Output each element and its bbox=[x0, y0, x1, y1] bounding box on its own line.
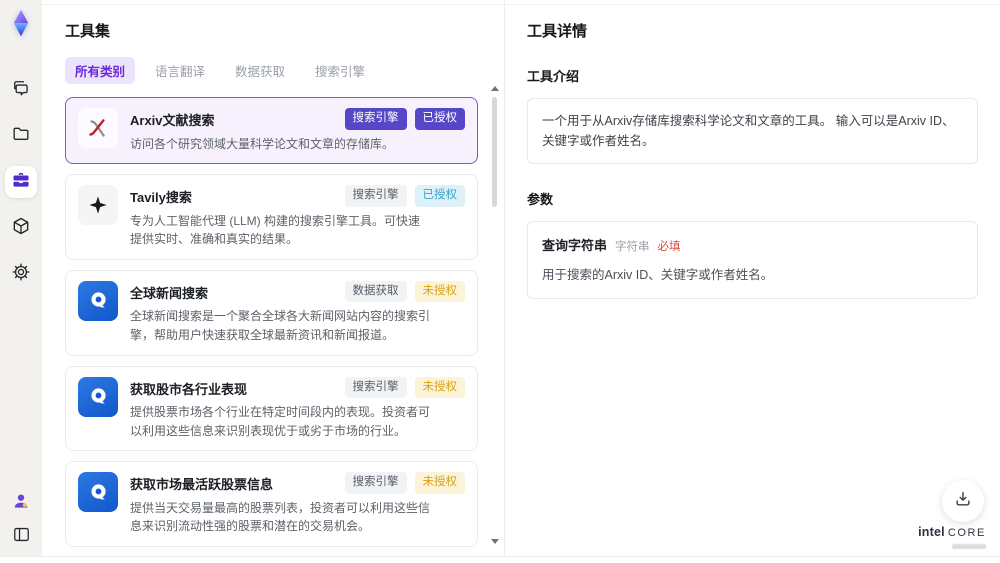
scroll-up-arrow-icon[interactable] bbox=[490, 86, 499, 91]
tab-data-fetching[interactable]: 数据获取 bbox=[225, 57, 295, 84]
intel-wordmark: intel bbox=[918, 525, 945, 540]
avatar-icon bbox=[11, 491, 31, 516]
auth-status-badge: 未授权 bbox=[414, 376, 465, 399]
app-logo-diamond-icon bbox=[6, 8, 36, 38]
param-card: 查询字符串 字符串 必填 用于搜索的Arxiv ID、关键字或作者姓名。 bbox=[527, 221, 978, 299]
param-required-badge: 必填 bbox=[657, 241, 681, 253]
app-window: 工具集 所有类别 语言翻译 数据获取 搜索引擎 Arxiv文献搜索 搜索引擎 已… bbox=[0, 0, 1000, 557]
tool-list-panel: 工具集 所有类别 语言翻译 数据获取 搜索引擎 Arxiv文献搜索 搜索引擎 已… bbox=[42, 0, 505, 556]
briefcase-icon bbox=[11, 170, 31, 195]
folder-icon bbox=[11, 124, 31, 149]
tab-all-categories[interactable]: 所有类别 bbox=[65, 57, 136, 84]
scrollbar-thumb[interactable] bbox=[492, 97, 497, 207]
tool-card-1[interactable]: Arxiv文献搜索 搜索引擎 已授权 访问各个研究领域大量科学论文和文章的存储库… bbox=[65, 97, 478, 165]
tool-intro-text: 一个用于从Arxiv存储库搜索科学论文和文章的工具。 输入可以是Arxiv ID… bbox=[527, 98, 978, 164]
category-badge: 搜索引擎 bbox=[344, 472, 407, 494]
sidebar-nav bbox=[5, 74, 37, 290]
tool-card-5[interactable]: 获取市场最活跃股票信息 搜索引擎 未授权 提供当天交易量最高的股票列表，投资者可… bbox=[65, 461, 478, 547]
sidebar-item-settings[interactable] bbox=[5, 258, 37, 290]
four-point-star-icon bbox=[78, 185, 118, 226]
category-tabs: 所有类别 语言翻译 数据获取 搜索引擎 bbox=[65, 57, 490, 84]
param-header: 查询字符串 字符串 必填 bbox=[542, 235, 963, 254]
tab-language-translation[interactable]: 语言翻译 bbox=[145, 57, 215, 84]
params-section-title: 参数 bbox=[527, 192, 554, 207]
tool-description: 专为人工智能代理 (LLM) 构建的搜索引擎工具。可快速提供实时、准确和真实的结… bbox=[130, 213, 421, 247]
sidebar-item-files[interactable] bbox=[5, 120, 37, 152]
param-type: 字符串 bbox=[615, 241, 650, 253]
tool-name: Arxiv文献搜索 bbox=[130, 113, 215, 128]
tool-card-3[interactable]: 全球新闻搜索 数据获取 未授权 全球新闻搜索是一个聚合全球各大新闻网站内容的搜索… bbox=[65, 269, 478, 356]
collapse-panel-icon bbox=[12, 525, 31, 549]
tool-list: Arxiv文献搜索 搜索引擎 已授权 访问各个研究领域大量科学论文和文章的存储库… bbox=[65, 97, 490, 556]
sidebar-item-chat[interactable] bbox=[5, 74, 37, 106]
param-name: 查询字符串 bbox=[542, 238, 608, 253]
tool-name: 全球新闻搜索 bbox=[130, 285, 209, 301]
category-badge: 数据获取 bbox=[344, 280, 407, 303]
category-badge: 搜索引擎 bbox=[344, 376, 407, 399]
tool-description: 提供股票市场各个行业在特定时间段内的表现。投资者可以利用这些信息来识别表现优于或… bbox=[130, 405, 431, 438]
tool-card-4[interactable]: 获取股市各行业表现 搜索引擎 未授权 提供股票市场各个行业在特定时间段内的表现。… bbox=[65, 365, 478, 452]
tool-description: 全球新闻搜索是一个聚合全球各大新闻网站内容的搜索引擎，帮助用户快速获取全球最新资… bbox=[130, 309, 431, 342]
news-search-icon bbox=[78, 472, 118, 513]
intro-section-title: 工具介绍 bbox=[527, 69, 580, 84]
tool-detail-panel: 工具详情 工具介绍 一个用于从Arxiv存储库搜索科学论文和文章的工具。 输入可… bbox=[505, 0, 1000, 556]
download-button[interactable] bbox=[942, 480, 984, 522]
news-search-icon bbox=[78, 376, 118, 417]
auth-status-badge: 已授权 bbox=[414, 185, 465, 207]
tab-search-engine[interactable]: 搜索引擎 bbox=[305, 57, 375, 84]
chat-icon bbox=[11, 78, 31, 103]
auth-status-badge: 未授权 bbox=[414, 472, 465, 494]
user-avatar-button[interactable] bbox=[7, 490, 35, 516]
tool-card-2[interactable]: Tavily搜索 搜索引擎 已授权 专为人工智能代理 (LLM) 构建的搜索引擎… bbox=[65, 174, 478, 260]
scroll-down-arrow-icon[interactable] bbox=[490, 539, 499, 544]
gear-icon bbox=[11, 262, 31, 287]
param-description: 用于搜索的Arxiv ID、关键字或作者姓名。 bbox=[542, 268, 774, 282]
window-top-divider bbox=[42, 4, 1000, 5]
sidebar-item-toolbox[interactable] bbox=[5, 166, 37, 198]
news-search-icon bbox=[78, 280, 118, 321]
auth-status-badge: 已授权 bbox=[414, 108, 465, 130]
cube-icon bbox=[11, 216, 31, 241]
tool-name: 获取市场最活跃股票信息 bbox=[130, 477, 274, 493]
core-wordmark: CORE bbox=[947, 527, 986, 540]
arxiv-logo-icon bbox=[78, 108, 118, 148]
category-badge: 搜索引擎 bbox=[344, 185, 407, 207]
tool-name: Tavily搜索 bbox=[130, 190, 192, 206]
sidebar-item-packages[interactable] bbox=[5, 212, 37, 244]
auth-status-badge: 未授权 bbox=[414, 280, 465, 303]
sidebar bbox=[0, 0, 42, 556]
category-badge: 搜索引擎 bbox=[344, 108, 407, 130]
download-icon bbox=[953, 489, 973, 514]
tool-description: 访问各个研究领域大量科学论文和文章的存储库。 bbox=[130, 136, 395, 151]
sidebar-bottom bbox=[7, 490, 35, 552]
tool-description: 提供当天交易量最高的股票列表，投资者可以利用这些信息来识别流动性强的股票和潜在的… bbox=[130, 500, 431, 534]
page-title: 工具集 bbox=[65, 23, 111, 40]
intel-core-badge: intel CORE bbox=[918, 523, 986, 549]
collapse-sidebar-button[interactable] bbox=[7, 524, 35, 550]
intel-badge-subline bbox=[952, 544, 986, 549]
detail-title: 工具详情 bbox=[527, 23, 588, 40]
list-scrollbar[interactable] bbox=[490, 86, 499, 544]
tool-name: 获取股市各行业表现 bbox=[130, 381, 248, 397]
